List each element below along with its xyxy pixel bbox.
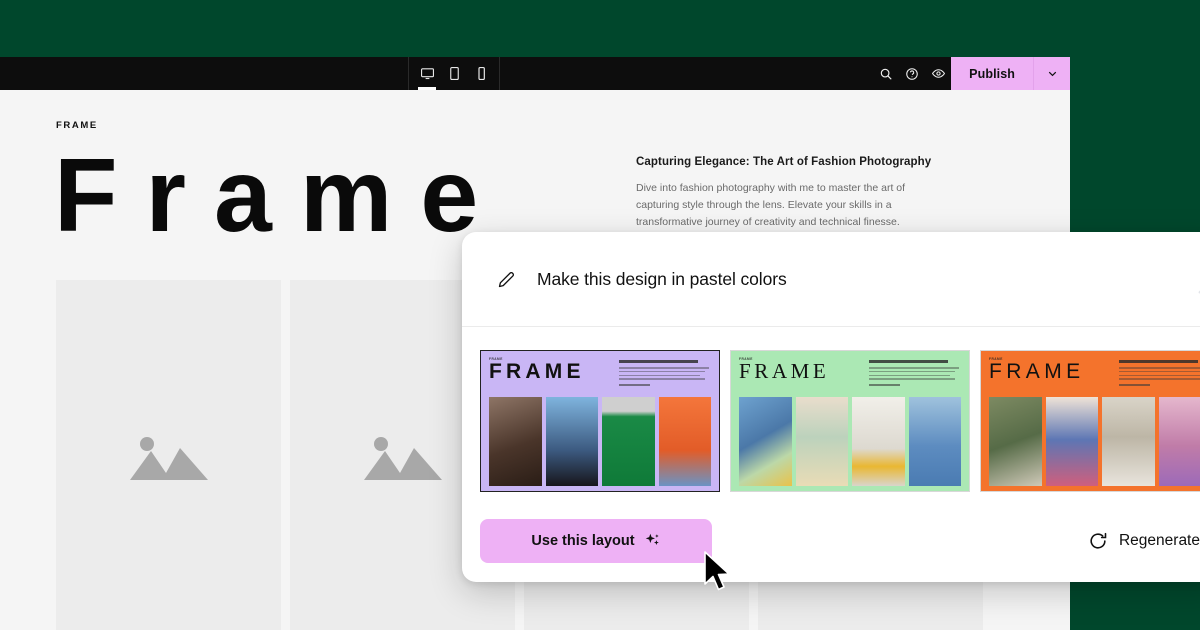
layout-photo (1159, 397, 1200, 486)
layout-option-orange[interactable]: FRAME FRAME (980, 350, 1200, 492)
hero-side-heading: Capturing Elegance: The Art of Fashion P… (636, 156, 936, 168)
use-this-layout-button[interactable]: Use this layout (480, 519, 712, 563)
layout-photo (489, 397, 542, 486)
layout-microcopy (1119, 360, 1200, 388)
layout-microcopy (619, 360, 711, 388)
hero-side-body: Dive into fashion photography with me to… (636, 180, 936, 231)
layout-photo (852, 397, 905, 486)
refresh-icon (1088, 531, 1108, 551)
hero-side-text: Capturing Elegance: The Art of Fashion P… (636, 156, 936, 231)
layout-photo (909, 397, 962, 486)
page-eyebrow: FRAME (56, 120, 98, 131)
use-layout-label: Use this layout (531, 533, 634, 549)
preview-button[interactable] (925, 57, 951, 90)
phone-icon (476, 66, 487, 81)
ai-assistant-panel: Make this design in pastel colors FRAME … (462, 232, 1200, 582)
layout-photo-strip (731, 397, 969, 491)
chevron-down-icon (1046, 67, 1059, 80)
layout-photo-strip (981, 397, 1200, 491)
publish-label: Publish (969, 67, 1015, 81)
device-preview-switcher (408, 57, 500, 90)
layout-option-lavender[interactable]: FRAME FRAME (480, 350, 720, 492)
tablet-icon (448, 66, 461, 81)
top-brand-band (0, 0, 1200, 57)
eye-icon (931, 66, 946, 81)
layout-photo (602, 397, 655, 486)
layout-photo (1102, 397, 1155, 486)
ai-layout-options: FRAME FRAME FRAME FRAME (462, 327, 1200, 499)
image-placeholder-card[interactable] (56, 280, 281, 630)
ai-prompt-row[interactable]: Make this design in pastel colors (462, 232, 1200, 327)
layout-photo (989, 397, 1042, 486)
page-title: Frame (54, 138, 506, 254)
layout-title: FRAME (989, 361, 1085, 382)
magic-wand-icon (1194, 264, 1200, 303)
layout-microcopy (869, 360, 961, 388)
ai-prompt-text: Make this design in pastel colors (537, 269, 787, 290)
monitor-icon (420, 66, 435, 81)
layout-title: FRAME (489, 361, 585, 382)
pencil-icon (496, 269, 517, 290)
layout-photo (1046, 397, 1099, 486)
tablet-view-button[interactable] (444, 57, 464, 90)
editor-toolbar: Publish (0, 57, 1070, 90)
mobile-view-button[interactable] (471, 57, 491, 90)
search-button[interactable] (873, 57, 899, 90)
layout-photo (546, 397, 599, 486)
help-circle-icon (905, 67, 919, 81)
layout-photo (796, 397, 849, 486)
desktop-view-button[interactable] (417, 57, 437, 90)
layout-photo-strip (481, 397, 719, 491)
image-placeholder-icon (362, 424, 444, 486)
sparkles-icon (644, 532, 661, 549)
regenerate-label: Regenerate (1119, 532, 1200, 550)
layout-option-mint[interactable]: FRAME FRAME (730, 350, 970, 492)
image-placeholder-icon (128, 424, 210, 486)
search-icon (879, 67, 893, 81)
layout-photo (659, 397, 712, 486)
help-button[interactable] (899, 57, 925, 90)
layout-title: FRAME (739, 361, 829, 382)
toolbar-actions: Publish (873, 57, 1070, 90)
regenerate-button[interactable]: Regenerate (1088, 531, 1200, 551)
publish-dropdown-button[interactable] (1033, 57, 1070, 90)
publish-button[interactable]: Publish (951, 57, 1033, 90)
ai-panel-actions: Use this layout Regenerate (462, 499, 1200, 582)
layout-photo (739, 397, 792, 486)
